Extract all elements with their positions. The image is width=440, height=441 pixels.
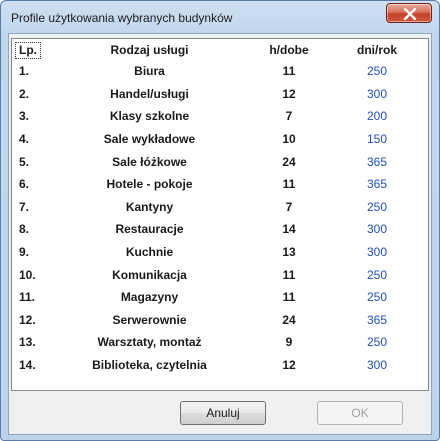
row-number: 8. <box>19 222 30 237</box>
row-number: 14. <box>19 358 36 373</box>
table-row[interactable]: 10. Komunikacja 11 250 <box>13 263 425 286</box>
service-type: Kuchnie <box>125 245 174 260</box>
table-row[interactable]: 14. Biblioteka, czytelnia 12 300 <box>13 354 425 377</box>
days-per-year: 300 <box>366 222 388 237</box>
service-type: Restauracje <box>115 222 184 237</box>
hours-per-day: 11 <box>282 64 296 79</box>
table-row[interactable]: 13. Warsztaty, montaż 9 250 <box>13 331 425 354</box>
days-per-year: 250 <box>366 335 388 350</box>
table-row[interactable]: 2. Handel/usługi 12 300 <box>13 83 425 106</box>
days-per-year: 300 <box>366 358 388 373</box>
days-per-year: 250 <box>366 199 388 214</box>
cancel-button[interactable]: Anuluj <box>180 401 266 425</box>
row-number: 3. <box>19 109 30 124</box>
table-row[interactable]: 8. Restauracje 14 300 <box>13 218 425 241</box>
column-header-days[interactable]: dni/rok <box>329 40 425 60</box>
ok-button[interactable]: OK <box>317 401 403 425</box>
table-row[interactable]: 9. Kuchnie 13 300 <box>13 241 425 264</box>
service-type: Biura <box>134 64 165 79</box>
days-per-year: 250 <box>366 290 388 305</box>
column-header-lp[interactable]: Lp. <box>13 40 50 60</box>
days-per-year: 365 <box>366 312 388 327</box>
hours-per-day: 12 <box>282 358 296 373</box>
hours-per-day: 9 <box>285 335 293 350</box>
service-type: Sale łóżkowe <box>112 154 187 169</box>
table-row[interactable]: 6. Hotele - pokoje 11 365 <box>13 173 425 196</box>
table-row[interactable]: 12. Serwerownie 24 365 <box>13 309 425 332</box>
service-type: Handel/usługi <box>110 86 189 101</box>
service-type: Komunikacja <box>112 267 187 282</box>
days-per-year: 365 <box>366 177 388 192</box>
days-per-year: 200 <box>366 109 388 124</box>
table-row[interactable]: 1. Biura 11 250 <box>13 60 425 83</box>
usage-profiles-table[interactable]: Lp. Rodzaj usługi h/dobe dni/rok 1. Biura… <box>11 38 429 391</box>
dialog-window: Profile użytkowania wybranych budynków L… <box>0 0 440 441</box>
profiles-grid: Lp. Rodzaj usługi h/dobe dni/rok 1. Biura… <box>13 40 425 376</box>
service-type: Magazyny <box>120 290 179 305</box>
service-type: Sale wykładowe <box>103 132 196 147</box>
days-per-year: 250 <box>366 267 388 282</box>
table-row[interactable]: 7. Kantyny 7 250 <box>13 196 425 219</box>
row-number: 12. <box>19 312 36 327</box>
table-row[interactable]: 11. Magazyny 11 250 <box>13 286 425 309</box>
days-per-year: 300 <box>366 86 388 101</box>
column-header-hours[interactable]: h/dobe <box>249 40 329 60</box>
row-number: 11. <box>19 290 36 305</box>
title-bar[interactable]: Profile użytkowania wybranych budynków <box>1 1 439 33</box>
service-type: Klasy szkolne <box>109 109 190 124</box>
row-number: 6. <box>19 177 30 192</box>
hours-per-day: 10 <box>282 132 296 147</box>
row-number: 2. <box>19 86 30 101</box>
service-type: Biblioteka, czytelnia <box>92 358 207 373</box>
row-number: 10. <box>19 267 36 282</box>
service-type: Hotele - pokoje <box>106 177 193 192</box>
days-per-year: 365 <box>366 154 388 169</box>
hours-per-day: 11 <box>282 290 296 305</box>
close-button[interactable] <box>386 3 432 23</box>
service-type: Serwerownie <box>112 312 187 327</box>
hours-per-day: 7 <box>285 199 293 214</box>
column-header-name[interactable]: Rodzaj usługi <box>50 40 249 60</box>
window-title: Profile użytkowania wybranych budynków <box>11 11 233 25</box>
row-number: 13. <box>19 335 36 350</box>
row-number: 5. <box>19 154 30 169</box>
table-row[interactable]: 3. Klasy szkolne 7 200 <box>13 105 425 128</box>
row-number: 1. <box>19 64 30 79</box>
days-per-year: 300 <box>366 245 388 260</box>
hours-per-day: 12 <box>282 86 296 101</box>
row-number: 4. <box>19 132 30 147</box>
days-per-year: 250 <box>366 64 388 79</box>
row-number: 7. <box>19 199 30 214</box>
table-header-row: Lp. Rodzaj usługi h/dobe dni/rok <box>13 40 425 60</box>
table-row[interactable]: 4. Sale wykładowe 10 150 <box>13 128 425 151</box>
hours-per-day: 11 <box>282 177 296 192</box>
hours-per-day: 13 <box>282 245 296 260</box>
row-number: 9. <box>19 245 30 260</box>
days-per-year: 150 <box>366 132 388 147</box>
hours-per-day: 24 <box>282 312 296 327</box>
service-type: Kantyny <box>125 199 174 214</box>
table-row[interactable]: 5. Sale łóżkowe 24 365 <box>13 150 425 173</box>
dialog-body: Lp. Rodzaj usługi h/dobe dni/rok 1. Biura… <box>8 33 432 435</box>
hours-per-day: 14 <box>282 222 296 237</box>
hours-per-day: 24 <box>282 154 296 169</box>
close-icon <box>403 8 417 20</box>
hours-per-day: 11 <box>282 267 296 282</box>
service-type: Warsztaty, montaż <box>97 335 202 350</box>
hours-per-day: 7 <box>285 109 293 124</box>
